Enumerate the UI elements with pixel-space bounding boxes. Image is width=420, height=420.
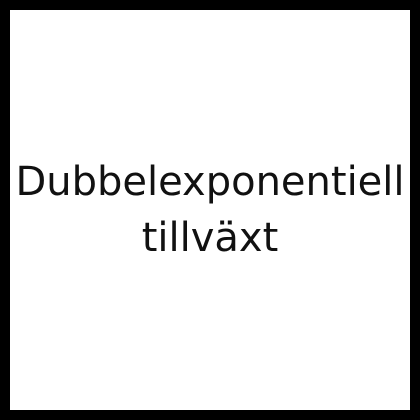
card-title-line-2: tillväxt: [141, 215, 279, 261]
card-title: Dubbelexponentiell tillväxt: [10, 154, 410, 266]
card-title-line-1: Dubbelexponentiell: [15, 159, 405, 205]
card-frame: Dubbelexponentiell tillväxt: [0, 0, 420, 420]
